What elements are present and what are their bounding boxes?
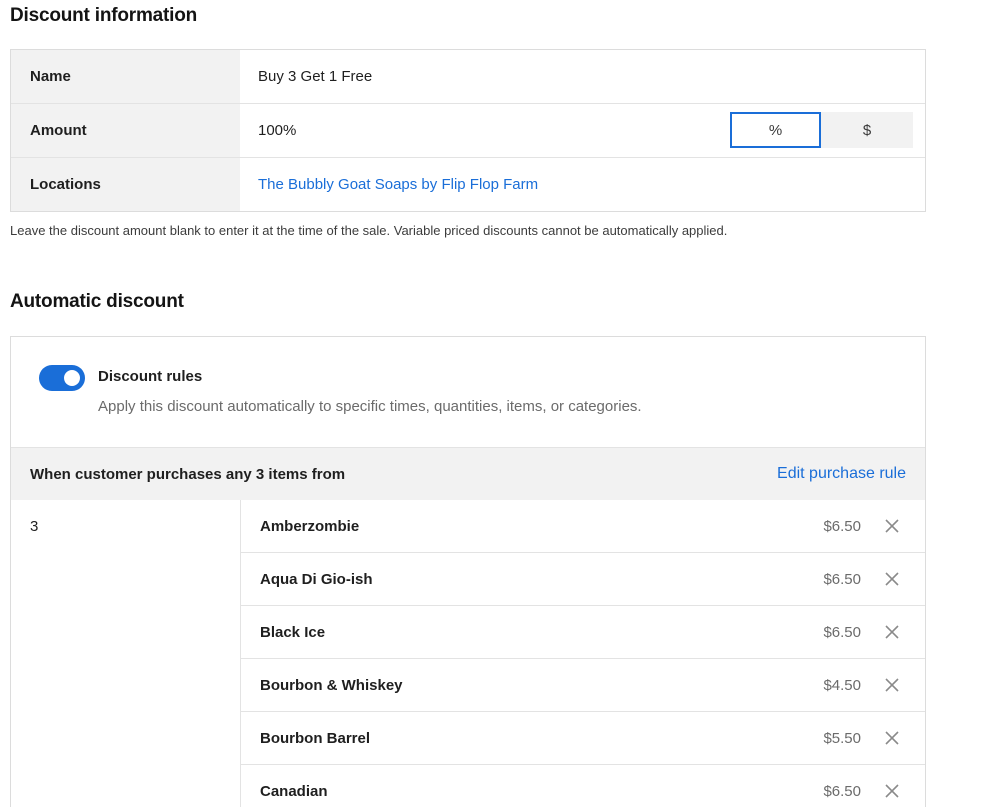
list-item: Aqua Di Gio-ish $6.50 [241, 553, 925, 606]
item-price: $4.50 [823, 676, 861, 694]
discount-rules-title: Discount rules [98, 368, 203, 385]
item-name: Canadian [260, 782, 328, 800]
name-label: Name [11, 50, 240, 103]
amount-label: Amount [11, 104, 240, 157]
close-icon[interactable] [884, 730, 900, 746]
amount-value-text[interactable]: 100% [258, 122, 296, 139]
discount-rules-description: Apply this discount automatically to spe… [98, 398, 642, 415]
item-name: Aqua Di Gio-ish [260, 570, 373, 588]
purchase-quantity: 3 [30, 518, 39, 535]
section-title-discount-information: Discount information [10, 5, 198, 26]
automatic-discount-card: Discount rules Apply this discount autom… [10, 336, 926, 807]
list-item: Black Ice $6.50 [241, 606, 925, 659]
close-icon[interactable] [884, 677, 900, 693]
amount-row: Amount 100% % $ [11, 103, 925, 157]
discount-rules-toggle[interactable] [39, 365, 85, 391]
dollar-option-button[interactable]: $ [821, 112, 913, 148]
item-name: Amberzombie [260, 517, 360, 535]
close-icon[interactable] [884, 518, 900, 534]
list-item: Amberzombie $6.50 [241, 500, 925, 553]
item-name: Bourbon Barrel [260, 729, 371, 747]
list-item: Bourbon Barrel $5.50 [241, 712, 925, 765]
item-price: $6.50 [823, 517, 861, 535]
close-icon[interactable] [884, 571, 900, 587]
purchase-rule-header: When customer purchases any 3 items from… [11, 447, 925, 500]
amount-type-segmented-control: % $ [730, 112, 913, 148]
close-icon[interactable] [884, 624, 900, 640]
section-title-automatic-discount: Automatic discount [10, 291, 184, 312]
item-price: $5.50 [823, 729, 861, 747]
toggle-knob [64, 370, 80, 386]
item-price: $6.50 [823, 623, 861, 641]
close-icon[interactable] [884, 783, 900, 799]
purchase-rule-title: When customer purchases any 3 items from [30, 465, 346, 483]
list-item: Bourbon & Whiskey $4.50 [241, 659, 925, 712]
name-value[interactable]: Buy 3 Get 1 Free [240, 50, 925, 103]
edit-purchase-rule-link[interactable]: Edit purchase rule [777, 465, 906, 483]
discount-amount-help-text: Leave the discount amount blank to enter… [10, 223, 728, 238]
locations-label: Locations [11, 158, 240, 211]
item-name: Bourbon & Whiskey [260, 676, 403, 694]
name-row: Name Buy 3 Get 1 Free [11, 50, 925, 103]
item-price: $6.50 [823, 782, 861, 800]
purchase-item-list: Amberzombie $6.50 Aqua Di Gio-ish $6.50 … [240, 500, 925, 807]
amount-value[interactable]: 100% % $ [240, 104, 925, 157]
item-name: Black Ice [260, 623, 326, 641]
location-link[interactable]: The Bubbly Goat Soaps by Flip Flop Farm [258, 176, 538, 193]
locations-value: The Bubbly Goat Soaps by Flip Flop Farm [240, 158, 925, 211]
percent-option-button[interactable]: % [730, 112, 821, 148]
item-price: $6.50 [823, 570, 861, 588]
locations-row: Locations The Bubbly Goat Soaps by Flip … [11, 157, 925, 211]
discount-info-table: Name Buy 3 Get 1 Free Amount 100% % $ Lo… [10, 49, 926, 212]
